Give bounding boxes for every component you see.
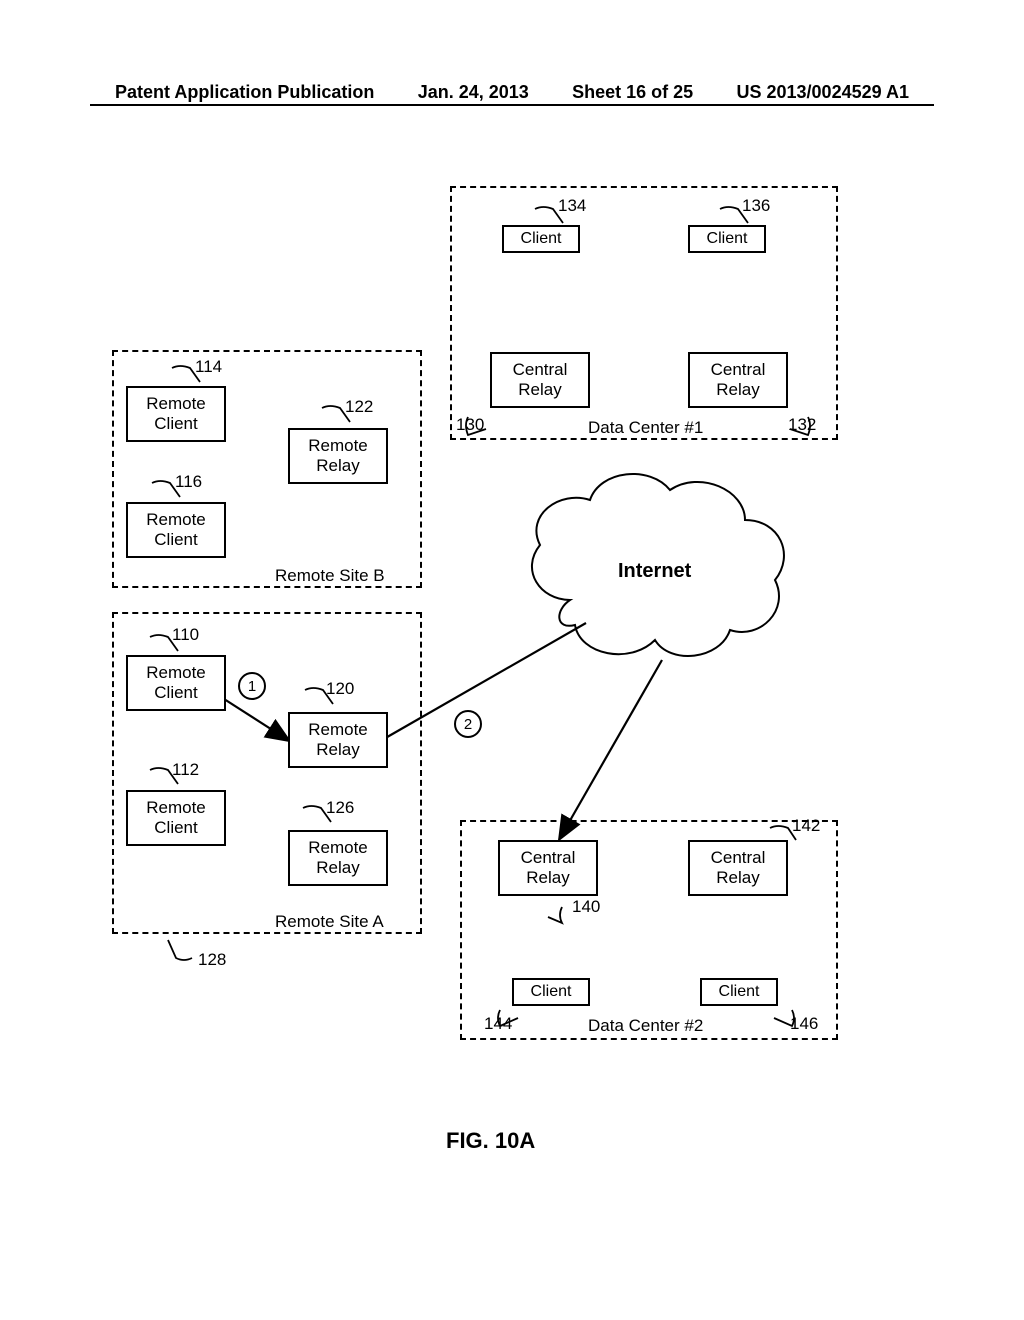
ref-142: 142 [792, 816, 820, 836]
site-remote-b-title: Remote Site B [275, 566, 385, 586]
ref-116: 116 [175, 472, 202, 492]
ref-114: 114 [195, 357, 222, 377]
figure-label: FIG. 10A [446, 1128, 535, 1154]
ref-134: 134 [558, 196, 586, 216]
ref-110: 110 [172, 625, 199, 645]
client-136: Client [688, 225, 766, 253]
step-2: 2 [454, 710, 482, 738]
client-144: Client [512, 978, 590, 1006]
page-header: Patent Application Publication Jan. 24, … [0, 82, 1024, 103]
ref-146: 146 [790, 1014, 818, 1034]
ref-126: 126 [326, 798, 354, 818]
header-rule [90, 104, 934, 106]
site-remote-a-title: Remote Site A [275, 912, 384, 932]
ref-132: 132 [788, 415, 816, 435]
ref-130: 130 [456, 415, 484, 435]
site-dc2-title: Data Center #2 [588, 1016, 703, 1036]
remote-client-116: Remote Client [126, 502, 226, 558]
ref-120: 120 [326, 679, 354, 699]
pub-date: Jan. 24, 2013 [418, 82, 529, 103]
pub-number: US 2013/0024529 A1 [737, 82, 909, 103]
client-136-label: Client [707, 230, 748, 248]
client-134: Client [502, 225, 580, 253]
remote-client-112: Remote Client [126, 790, 226, 846]
ref-128: 128 [198, 950, 226, 970]
central-relay-130: Central Relay [490, 352, 590, 408]
ref-136: 136 [742, 196, 770, 216]
central-relay-142: Central Relay [688, 840, 788, 896]
cloud-label: Internet [618, 560, 691, 583]
remote-relay-120: Remote Relay [288, 712, 388, 768]
remote-relay-126: Remote Relay [288, 830, 388, 886]
sheet-num: Sheet 16 of 25 [572, 82, 693, 103]
remote-client-114: Remote Client [126, 386, 226, 442]
site-dc1-title: Data Center #1 [588, 418, 703, 438]
ref-112: 112 [172, 760, 199, 780]
step-1: 1 [238, 672, 266, 700]
pub-type: Patent Application Publication [115, 82, 374, 103]
client-146: Client [700, 978, 778, 1006]
central-relay-132: Central Relay [688, 352, 788, 408]
ref-144: 144 [484, 1014, 512, 1034]
central-relay-140: Central Relay [498, 840, 598, 896]
remote-client-110: Remote Client [126, 655, 226, 711]
client-134-label: Client [521, 230, 562, 248]
ref-140: 140 [572, 897, 600, 917]
ref-122: 122 [345, 397, 373, 417]
remote-relay-122: Remote Relay [288, 428, 388, 484]
